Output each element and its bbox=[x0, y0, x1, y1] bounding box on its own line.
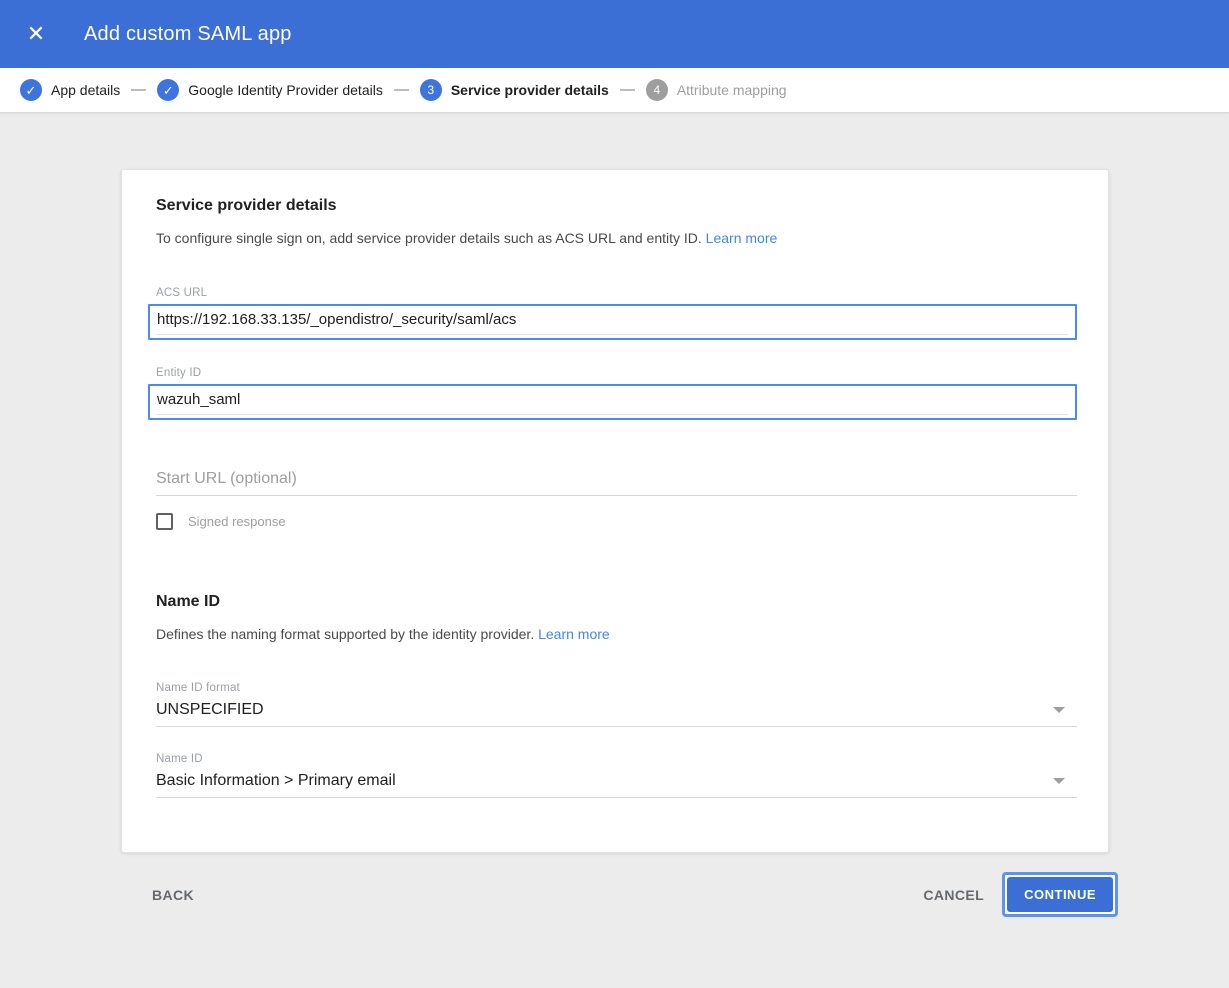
step-number-badge: 3 bbox=[419, 79, 442, 101]
step-separator bbox=[393, 89, 409, 91]
name-id-group: Name ID Basic Information > Primary emai… bbox=[156, 753, 1077, 798]
step-separator bbox=[131, 89, 147, 91]
dialog-body: Service provider details To configure si… bbox=[0, 169, 1229, 988]
dialog-footer: BACK CANCEL CONTINUE bbox=[152, 872, 1118, 917]
name-id-format-select[interactable]: UNSPECIFIED bbox=[156, 701, 1077, 727]
section-description: To configure single sign on, add service… bbox=[156, 230, 1077, 246]
section-title-service-provider: Service provider details bbox=[156, 197, 337, 214]
learn-more-link[interactable]: Learn more bbox=[538, 626, 610, 642]
entity-id-label: Entity ID bbox=[156, 367, 202, 379]
step-complete-icon: ✓ bbox=[157, 79, 180, 101]
cancel-button[interactable]: CANCEL bbox=[923, 879, 984, 911]
step-label: Google Identity Provider details bbox=[188, 82, 383, 98]
name-id-description-text: Defines the naming format supported by t… bbox=[156, 626, 535, 642]
acs-url-input[interactable]: https://192.168.33.135/_opendistro/_secu… bbox=[148, 304, 1077, 340]
chevron-down-icon bbox=[1053, 707, 1065, 713]
close-icon[interactable]: ✕ bbox=[22, 20, 50, 48]
signed-response-label: Signed response bbox=[188, 514, 286, 529]
acs-url-field-group: ACS URL https://192.168.33.135/_opendist… bbox=[148, 287, 1077, 340]
signed-response-checkbox[interactable] bbox=[156, 513, 173, 530]
footer-actions: CANCEL CONTINUE bbox=[923, 872, 1118, 917]
step-google-idp-details[interactable]: ✓ Google Identity Provider details bbox=[157, 79, 383, 101]
add-custom-saml-app-dialog: ✕ Add custom SAML app ✓ App details ✓ Go… bbox=[0, 0, 1229, 988]
stepper: ✓ App details ✓ Google Identity Provider… bbox=[0, 68, 1229, 113]
entity-id-value: wazuh_saml bbox=[157, 386, 1068, 415]
service-provider-card: Service provider details To configure si… bbox=[121, 169, 1109, 853]
step-app-details[interactable]: ✓ App details bbox=[20, 79, 120, 101]
check-icon: ✓ bbox=[25, 82, 37, 98]
dialog-title: Add custom SAML app bbox=[84, 22, 292, 45]
start-url-input[interactable]: Start URL (optional) bbox=[156, 470, 1077, 496]
section-description-text: To configure single sign on, add service… bbox=[156, 230, 702, 246]
chevron-down-icon bbox=[1053, 778, 1065, 784]
entity-id-field-group: Entity ID wazuh_saml bbox=[148, 367, 1077, 420]
step-separator bbox=[619, 89, 635, 91]
learn-more-link[interactable]: Learn more bbox=[706, 230, 778, 246]
acs-url-label: ACS URL bbox=[156, 287, 208, 299]
section-title-name-id: Name ID bbox=[156, 593, 221, 610]
step-complete-icon: ✓ bbox=[20, 79, 42, 101]
back-button[interactable]: BACK bbox=[152, 879, 194, 911]
check-icon: ✓ bbox=[162, 82, 174, 98]
name-id-value: Basic Information > Primary email bbox=[156, 772, 396, 789]
step-attribute-mapping[interactable]: 4 Attribute mapping bbox=[645, 79, 787, 101]
dialog-header: ✕ Add custom SAML app bbox=[0, 0, 1229, 68]
entity-id-input[interactable]: wazuh_saml bbox=[148, 384, 1077, 420]
step-label: Attribute mapping bbox=[676, 82, 787, 98]
name-id-label: Name ID bbox=[156, 753, 203, 765]
step-label: Service provider details bbox=[450, 82, 609, 98]
continue-button-focus-ring: CONTINUE bbox=[1002, 872, 1118, 917]
name-id-format-label: Name ID format bbox=[156, 682, 240, 694]
step-label: App details bbox=[51, 82, 121, 98]
signed-response-row: Signed response bbox=[156, 513, 1077, 530]
continue-button[interactable]: CONTINUE bbox=[1007, 877, 1113, 912]
step-service-provider-details[interactable]: 3 Service provider details bbox=[419, 79, 609, 101]
name-id-select[interactable]: Basic Information > Primary email bbox=[156, 772, 1077, 798]
name-id-format-group: Name ID format UNSPECIFIED bbox=[156, 682, 1077, 727]
name-id-format-value: UNSPECIFIED bbox=[156, 701, 264, 718]
step-number-badge: 4 bbox=[645, 79, 668, 101]
acs-url-value: https://192.168.33.135/_opendistro/_secu… bbox=[157, 306, 1068, 335]
start-url-placeholder: Start URL (optional) bbox=[156, 470, 297, 487]
name-id-description: Defines the naming format supported by t… bbox=[156, 626, 1077, 642]
